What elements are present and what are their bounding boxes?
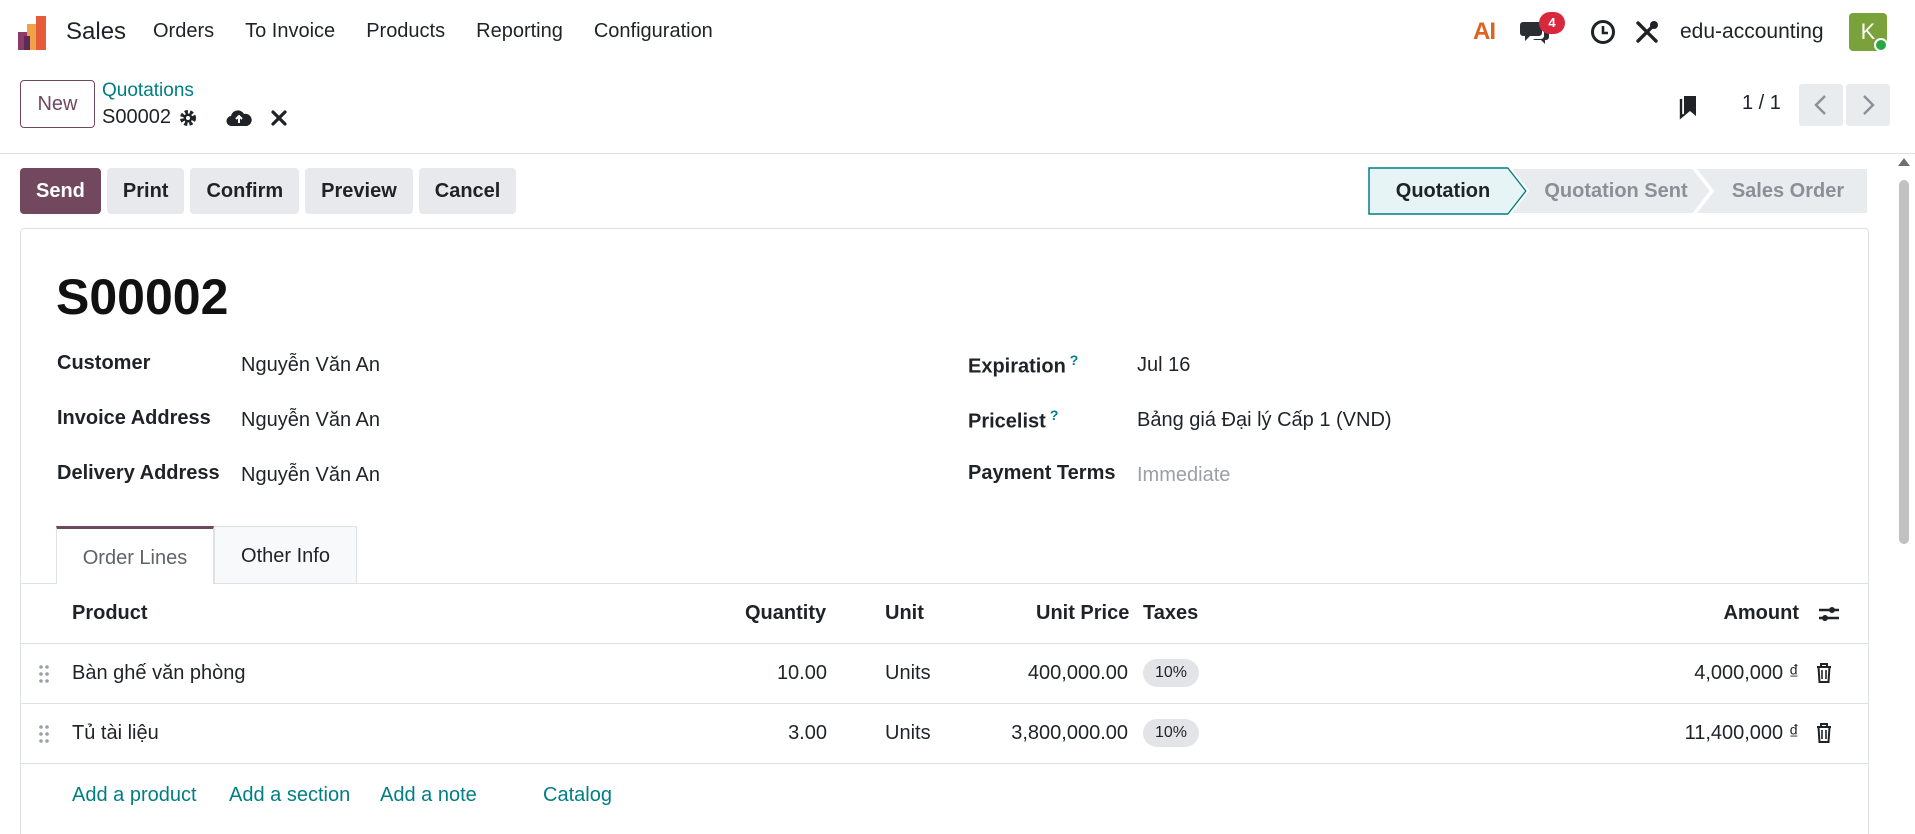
payment-terms-field[interactable]: Immediate — [1137, 464, 1230, 487]
col-product[interactable]: Product — [72, 602, 148, 625]
breadcrumb-quotations[interactable]: Quotations — [102, 80, 194, 102]
row-amount: 4,000,000 ₫ — [1694, 662, 1799, 684]
customer-field[interactable]: Nguyễn Văn An — [241, 354, 380, 377]
pricelist-label-text: Pricelist — [968, 410, 1046, 433]
pricelist-label: Pricelist? — [968, 407, 1058, 434]
scroll-thumb[interactable] — [1899, 180, 1909, 544]
app-name[interactable]: Sales — [66, 18, 126, 46]
preview-button[interactable]: Preview — [305, 168, 413, 214]
row-unit[interactable]: Units — [885, 662, 931, 685]
order-lines-header: Product Quantity Unit Unit Price Taxes A… — [20, 584, 1869, 644]
row-unit[interactable]: Units — [885, 722, 931, 745]
catalog-link[interactable]: Catalog — [543, 784, 612, 807]
activity-clock-icon[interactable] — [1590, 19, 1616, 45]
menu-orders[interactable]: Orders — [153, 20, 214, 43]
pager-next-button[interactable] — [1846, 84, 1890, 126]
new-button[interactable]: New — [20, 80, 95, 128]
scroll-up-arrow-icon[interactable] — [1898, 158, 1910, 166]
company-switcher[interactable]: edu-accounting — [1680, 20, 1824, 44]
invoice-address-label: Invoice Address — [57, 407, 211, 429]
add-product-link[interactable]: Add a product — [72, 784, 197, 807]
trash-icon[interactable] — [1815, 662, 1833, 684]
row-unit-price[interactable]: 3,800,000.00 — [1011, 722, 1128, 745]
gear-icon[interactable] — [178, 108, 198, 128]
action-buttons: Send Print Confirm Preview Cancel — [20, 168, 522, 214]
online-status-dot — [1874, 38, 1888, 52]
row-quantity[interactable]: 3.00 — [788, 722, 827, 745]
row-product[interactable]: Tủ tài liệu — [72, 722, 159, 745]
stage-sales-order[interactable]: Sales Order — [1708, 167, 1868, 215]
col-unit[interactable]: Unit — [885, 602, 924, 625]
col-amount[interactable]: Amount — [1723, 602, 1799, 625]
ai-icon[interactable]: AI — [1473, 18, 1496, 46]
pager-previous-button[interactable] — [1799, 84, 1843, 126]
tab-order-lines[interactable]: Order Lines — [56, 526, 214, 584]
expiration-field[interactable]: Jul 16 — [1137, 354, 1190, 377]
print-button[interactable]: Print — [106, 168, 185, 214]
bookmark-icon[interactable] — [1678, 92, 1702, 120]
table-row[interactable]: Bàn ghế văn phòng 10.00 Units 400,000.00… — [20, 644, 1869, 704]
breadcrumb-current: S00002 — [102, 106, 171, 128]
col-quantity[interactable]: Quantity — [745, 602, 826, 625]
send-button[interactable]: Send — [20, 168, 101, 214]
chat-badge: 4 — [1539, 12, 1565, 34]
control-panel: New Quotations S00002 1 / 1 — [0, 64, 1915, 154]
save-cloud-icon[interactable] — [226, 108, 252, 128]
menu-to-invoice[interactable]: To Invoice — [245, 20, 335, 43]
stage-quotation[interactable]: Quotation — [1368, 167, 1518, 215]
add-section-link[interactable]: Add a section — [229, 784, 350, 807]
trash-icon[interactable] — [1815, 722, 1833, 744]
tax-tag[interactable]: 10% — [1143, 659, 1200, 687]
menu-reporting[interactable]: Reporting — [476, 20, 563, 43]
invoice-address-field[interactable]: Nguyễn Văn An — [241, 409, 380, 432]
chevron-right-icon — [1863, 95, 1875, 115]
pager-value[interactable]: 1 / 1 — [1742, 92, 1781, 115]
sales-app-icon[interactable] — [18, 14, 54, 50]
tax-tag[interactable]: 10% — [1143, 719, 1200, 747]
row-quantity[interactable]: 10.00 — [777, 662, 827, 685]
main-menu: Orders To Invoice Products Reporting Con… — [153, 20, 744, 43]
row-amount: 11,400,000 ₫ — [1684, 722, 1799, 744]
delivery-address-field[interactable]: Nguyễn Văn An — [241, 464, 380, 487]
chevron-left-icon — [1814, 95, 1826, 115]
row-unit-price[interactable]: 400,000.00 — [1028, 662, 1128, 685]
payment-terms-label: Payment Terms — [968, 462, 1116, 484]
drag-handle-icon[interactable] — [38, 724, 50, 744]
add-note-link[interactable]: Add a note — [380, 784, 477, 807]
expiration-label-text: Expiration — [968, 355, 1066, 378]
col-unit-price[interactable]: Unit Price — [1036, 602, 1129, 625]
expiration-label: Expiration? — [968, 352, 1078, 379]
row-product[interactable]: Bàn ghế văn phòng — [72, 662, 246, 685]
discard-icon[interactable] — [270, 108, 288, 128]
menu-configuration[interactable]: Configuration — [594, 20, 713, 43]
pricelist-field[interactable]: Bảng giá Đại lý Cấp 1 (VND) — [1137, 409, 1392, 432]
drag-handle-icon[interactable] — [38, 664, 50, 684]
stage-quotation-sent[interactable]: Quotation Sent — [1526, 167, 1706, 215]
page-title: S00002 — [56, 269, 229, 325]
debug-tools-icon[interactable] — [1634, 19, 1660, 45]
confirm-button[interactable]: Confirm — [190, 168, 300, 214]
menu-products[interactable]: Products — [366, 20, 445, 43]
cancel-button[interactable]: Cancel — [418, 168, 517, 214]
col-taxes[interactable]: Taxes — [1143, 602, 1198, 625]
customer-label: Customer — [57, 352, 151, 374]
pricelist-help-icon[interactable]: ? — [1050, 407, 1059, 423]
top-navbar: Sales Orders To Invoice Products Reporti… — [0, 0, 1915, 64]
delivery-address-label: Delivery Address — [57, 462, 220, 484]
expiration-help-icon[interactable]: ? — [1070, 352, 1079, 368]
table-row[interactable]: Tủ tài liệu 3.00 Units 3,800,000.00 10% … — [20, 704, 1869, 764]
tab-other-info[interactable]: Other Info — [214, 526, 357, 584]
optional-columns-icon[interactable] — [1818, 604, 1840, 624]
